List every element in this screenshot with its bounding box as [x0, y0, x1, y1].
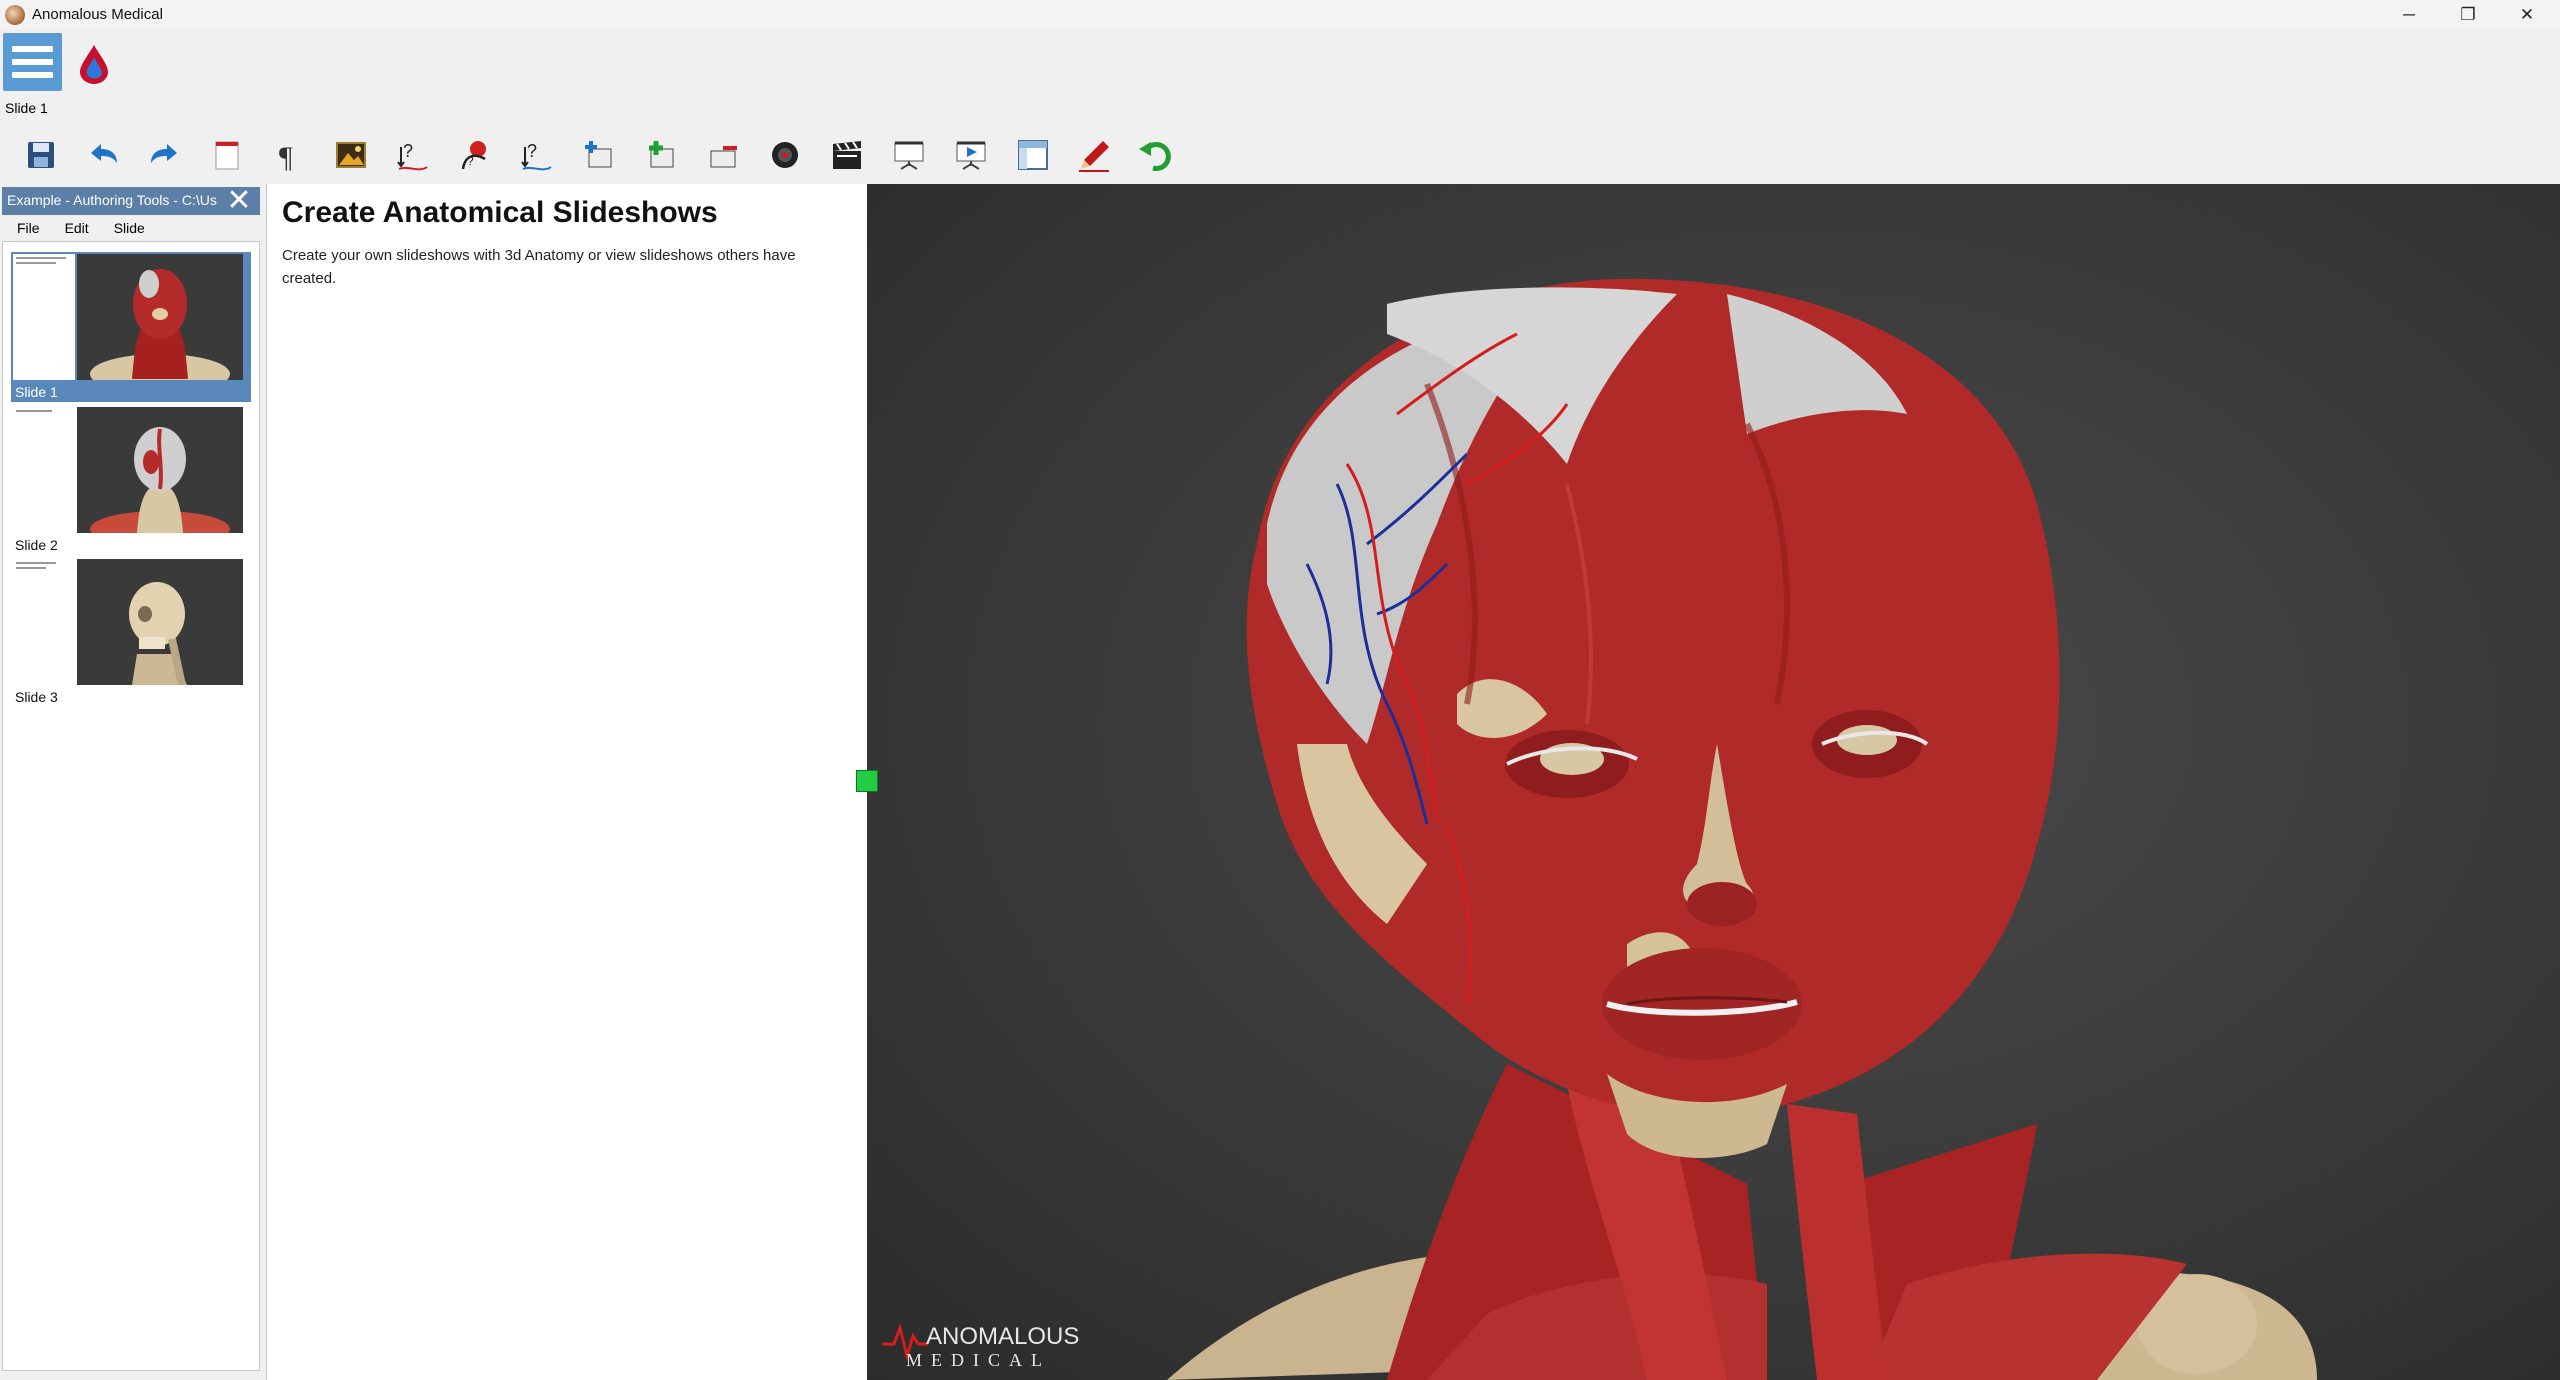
slide-body-text[interactable]: Create your own slideshows with 3d Anato… [282, 244, 842, 290]
svg-text:¶: ¶ [279, 141, 293, 174]
title-bar: Anomalous Medical ─ ❐ ✕ [0, 0, 2560, 29]
svg-text:?: ? [467, 154, 474, 168]
slide-text-preview [13, 559, 75, 685]
annotate-pen-button[interactable] [1064, 129, 1126, 181]
slide-3d-preview [77, 254, 243, 380]
add-link-icon: ? [397, 141, 428, 171]
undo-icon [91, 144, 117, 163]
play-presentation-icon [956, 141, 986, 170]
slide-title[interactable]: Create Anatomical Slideshows [282, 196, 718, 230]
slide-3d-preview [77, 407, 243, 533]
minimize-button[interactable]: ─ [2380, 0, 2438, 29]
present-icon [894, 141, 924, 170]
record-button[interactable] [754, 129, 816, 181]
ribbon: Slide 1 ¶ ? ? ? [0, 29, 2560, 184]
app-logo-icon [5, 4, 25, 25]
remove-item-icon [710, 146, 737, 168]
paragraph-icon: ¶ [279, 141, 293, 174]
present-button[interactable] [878, 129, 940, 181]
slides-panel: Example - Authoring Tools - C:\Us ✕ File… [0, 184, 264, 1380]
slide-thumbnail-1[interactable]: Slide 1 [11, 252, 251, 402]
svg-text:?: ? [403, 141, 413, 161]
insert-image-button[interactable] [320, 129, 382, 181]
add-layer-icon [585, 141, 612, 168]
add-layer-button[interactable] [568, 129, 630, 181]
logo-brand-text: ANOMALOUS [926, 1323, 1079, 1350]
hamburger-icon-bar [12, 72, 53, 78]
add-button-icon: ? [461, 141, 486, 170]
slide-text-preview [13, 407, 75, 533]
save-button[interactable] [10, 129, 72, 181]
close-window-button[interactable]: ✕ [2498, 0, 2556, 29]
undo-button[interactable] [72, 129, 134, 181]
layout-icon [1018, 140, 1048, 170]
reset-icon [1139, 142, 1171, 171]
menu-slide[interactable]: Slide [99, 215, 155, 241]
record-icon [772, 142, 798, 168]
slide-thumbnail-3[interactable]: Slide 3 [11, 557, 251, 707]
close-icon: ✕ [226, 184, 252, 217]
add-action-button[interactable]: ? [506, 129, 568, 181]
panel-splitter-handle[interactable] [856, 770, 878, 792]
play-presentation-button[interactable] [940, 129, 1002, 181]
current-slide-caption: Slide 1 [5, 100, 48, 116]
remove-item-button[interactable] [692, 129, 754, 181]
add-button-button[interactable]: ? [444, 129, 506, 181]
add-item-button[interactable] [630, 129, 692, 181]
logo-brand-subtext: MEDICAL [906, 1350, 1051, 1370]
redo-icon [151, 144, 177, 163]
insert-image-icon [336, 142, 366, 168]
anatomy-model [1167, 278, 2317, 1380]
svg-text:?: ? [527, 141, 537, 161]
slide-3d-preview [77, 559, 243, 685]
add-item-icon [649, 141, 674, 168]
anomalous-medical-logo: ANOMALOUS MEDICAL [882, 1322, 1079, 1370]
main-menu-button[interactable] [3, 33, 62, 91]
hamburger-icon-bar [12, 59, 53, 65]
window-title: Anomalous Medical [32, 6, 163, 23]
layout-button[interactable] [1002, 129, 1064, 181]
slide-text-preview [13, 254, 75, 380]
slides-panel-menu: File Edit Slide [2, 215, 260, 241]
slide-label: Slide 3 [15, 689, 58, 705]
clapperboard-button[interactable] [816, 129, 878, 181]
slide-thumbnail-2[interactable]: Slide 2 [11, 405, 251, 555]
reset-button[interactable] [1126, 129, 1188, 181]
hamburger-icon [12, 46, 53, 52]
annotate-pen-icon [1079, 141, 1109, 172]
menu-edit[interactable]: Edit [50, 215, 99, 241]
add-link-button[interactable]: ? [382, 129, 444, 181]
paragraph-button[interactable]: ¶ [258, 129, 320, 181]
slide-label: Slide 1 [15, 384, 58, 400]
anatomy-3d-viewport[interactable]: ANOMALOUS MEDICAL [867, 184, 2560, 1380]
add-action-icon: ? [521, 141, 552, 171]
menu-file[interactable]: File [2, 215, 50, 241]
toolbar: ¶ ? ? ? [10, 129, 1188, 185]
blood-drop-logo-icon[interactable] [77, 43, 111, 85]
new-slide-button[interactable] [196, 129, 258, 181]
new-slide-icon [215, 141, 239, 170]
redo-button[interactable] [134, 129, 196, 181]
slide-text-editor[interactable]: Create Anatomical Slideshows Create your… [266, 184, 867, 1380]
save-icon [28, 142, 54, 168]
slide-list: Slide 1 Slide 2 Slide 3 [2, 241, 260, 1371]
clapperboard-icon [833, 141, 861, 169]
slide-label: Slide 2 [15, 537, 58, 553]
maximize-button[interactable]: ❐ [2439, 0, 2497, 29]
close-panel-button[interactable]: ✕ [221, 184, 257, 217]
